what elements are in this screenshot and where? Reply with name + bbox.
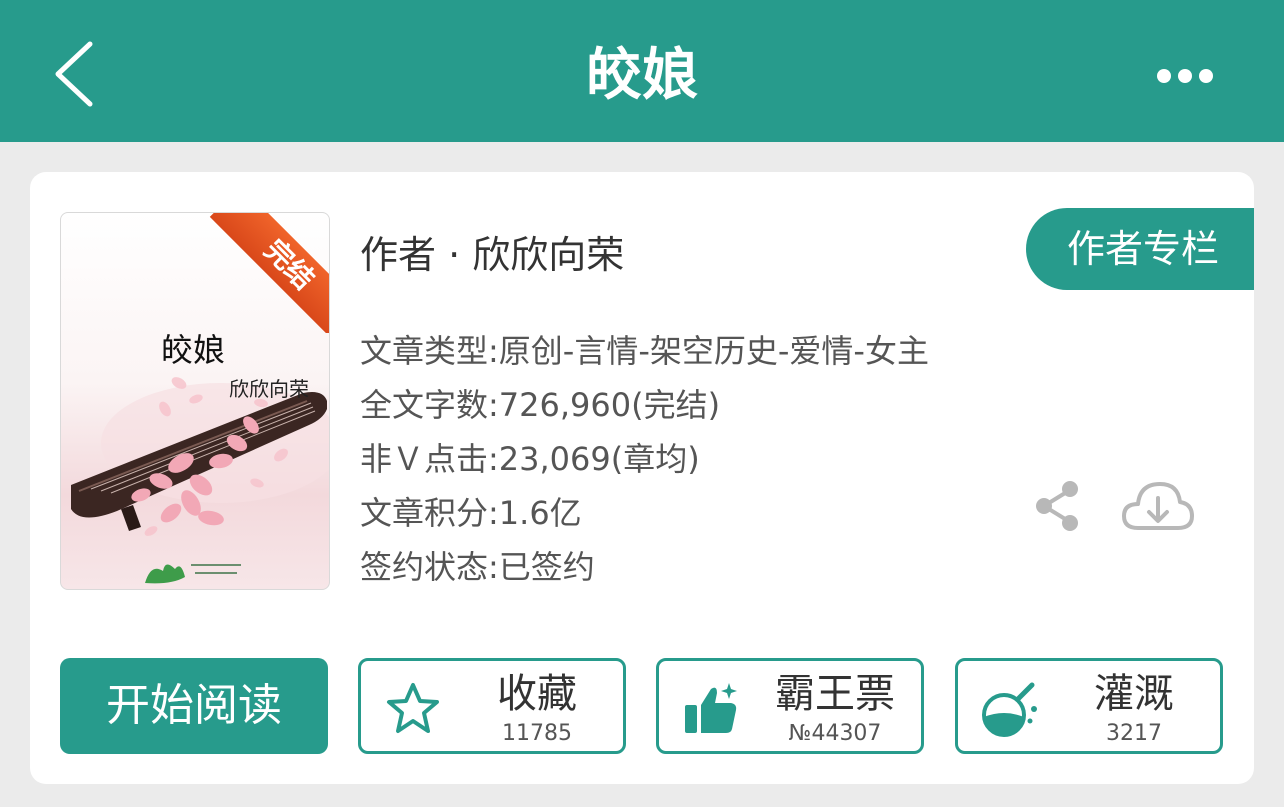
author-name[interactable]: 作者 · 欣欣向荣	[360, 224, 624, 279]
vote-count: №44307	[788, 721, 882, 746]
meta-category: 文章类型:原创-言情-架空历史-爱情-女主	[360, 332, 929, 370]
share-button[interactable]	[1032, 478, 1084, 534]
meta-sign-status: 签约状态:已签约	[360, 548, 595, 586]
top-nav-bar: 皎娘	[0, 0, 1284, 142]
book-cover[interactable]: 皎娘 欣欣向荣 完结	[60, 212, 330, 590]
thumbs-up-icon	[685, 683, 737, 733]
star-icon	[387, 683, 439, 733]
vote-button[interactable]: 霸王票 №44307	[656, 658, 924, 754]
page-title: 皎娘	[586, 43, 698, 108]
finished-badge: 完结	[209, 213, 329, 333]
more-button[interactable]	[1150, 56, 1220, 96]
cloud-download-icon	[1122, 482, 1194, 530]
book-info-card: 皎娘 欣欣向荣 完结 作者 · 欣欣向荣 作者专栏 文章类型:原创-言情-架空历…	[30, 172, 1254, 784]
status-ribbon: 完结	[209, 213, 329, 333]
flask-icon	[982, 682, 1037, 737]
share-icon	[1036, 481, 1078, 531]
meta-clicks: 非Ｖ点击:23,069(章均)	[360, 440, 700, 478]
nutrient-count: 3217	[1106, 721, 1162, 746]
favorite-label: 收藏	[497, 671, 577, 717]
meta-score: 文章积分:1.6亿	[360, 494, 582, 532]
favorite-count: 11785	[502, 721, 572, 746]
jjwxc-logo-icon	[145, 564, 241, 584]
meta-word-count: 全文字数:726,960(完结)	[360, 386, 721, 424]
nutrient-label: 灌溉	[1094, 671, 1174, 717]
start-reading-button[interactable]: 开始阅读	[60, 658, 328, 754]
author-column-button[interactable]: 作者专栏	[1026, 208, 1254, 290]
cover-author: 欣欣向荣	[229, 377, 309, 401]
more-dots-icon	[1157, 69, 1213, 83]
download-button[interactable]	[1120, 478, 1196, 536]
vote-label: 霸王票	[775, 671, 895, 717]
favorite-button[interactable]: 收藏 11785	[358, 658, 626, 754]
nutrient-button[interactable]: 灌溉 3217	[955, 658, 1223, 754]
